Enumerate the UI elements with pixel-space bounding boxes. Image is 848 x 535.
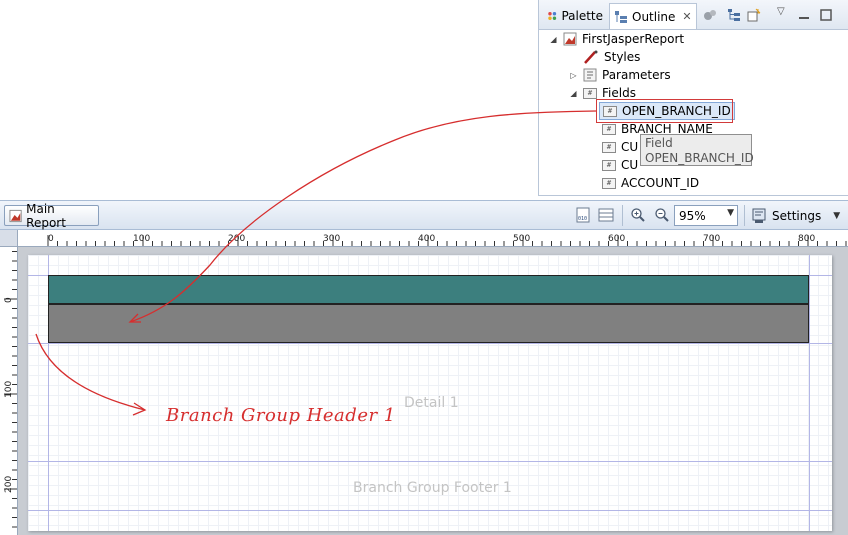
band-divider [28, 510, 832, 511]
svg-text:010: 010 [578, 216, 587, 222]
parameters-icon [583, 68, 597, 82]
tree-field-cu-2[interactable]: # CU [602, 156, 638, 174]
tree-field-account-id[interactable]: # ACCOUNT_ID [602, 174, 699, 192]
data-preview-icon[interactable]: 010 [575, 207, 591, 223]
palette-icon [548, 12, 557, 20]
grid-icon[interactable] [598, 207, 614, 223]
minimize-icon[interactable] [797, 8, 811, 22]
band-label-detail: Detail 1 [404, 395, 459, 411]
report-canvas[interactable]: Detail 1 Branch Group Footer 1 [18, 247, 848, 535]
v-ruler-label: 200 [4, 476, 14, 493]
annotation-label: Branch Group Header 1 [166, 405, 396, 426]
report-icon [9, 209, 22, 222]
h-ruler-label: 400 [418, 234, 435, 244]
view-menu-icon[interactable]: ▽ [777, 6, 791, 20]
filter-icon[interactable] [703, 8, 717, 22]
field-tooltip: Field OPEN_BRANCH_ID [640, 134, 754, 166]
tooltip-title: Field [645, 136, 673, 150]
tree-view-icon[interactable] [727, 8, 741, 22]
h-ruler-label: 0 [48, 234, 54, 244]
h-ruler-label: 100 [133, 234, 150, 244]
zoom-value: 95% [679, 208, 706, 223]
chevron-down-icon[interactable]: ▼ [833, 211, 840, 221]
view-tab-bar: Palette Outline ✕ ▽ [539, 0, 848, 30]
expand-icon[interactable]: ▷ [569, 71, 578, 80]
new-element-icon[interactable] [747, 8, 761, 22]
text-field-element[interactable] [48, 275, 809, 304]
field-label: CU [621, 158, 639, 172]
tree-item-styles[interactable]: Styles [569, 48, 640, 66]
tree-item-report[interactable]: ◢ FirstJasperReport [549, 30, 684, 48]
field-label: ACCOUNT_ID [621, 176, 700, 190]
tree-item-report-label: FirstJasperReport [582, 32, 685, 46]
field-icon: # [602, 177, 616, 189]
report-page[interactable]: Detail 1 Branch Group Footer 1 [28, 255, 832, 531]
tree-item-styles-label: Styles [604, 50, 641, 64]
collapse-icon[interactable]: ◢ [549, 35, 558, 44]
zoom-in-icon[interactable] [630, 207, 646, 223]
collapse-icon[interactable]: ◢ [569, 89, 578, 98]
outline-icon [615, 10, 627, 23]
v-ruler-label: 100 [4, 381, 14, 398]
tree-item-parameters[interactable]: ▷ Parameters [569, 66, 671, 84]
ruler-corner [0, 230, 18, 247]
styles-icon [584, 50, 598, 64]
chevron-down-icon[interactable]: ▼ [727, 208, 734, 218]
report-icon [563, 32, 577, 46]
outline-view: Palette Outline ✕ ▽ ◢ FirstJasperReport … [538, 0, 848, 196]
v-ruler-label: 0 [4, 297, 14, 303]
zoom-select[interactable]: 95% ▼ [674, 205, 738, 226]
field-icon: # [602, 141, 616, 153]
h-ruler-label: 300 [323, 234, 340, 244]
field-icon: # [602, 159, 616, 171]
tab-palette[interactable]: Palette [543, 3, 607, 29]
tree-item-parameters-label: Parameters [602, 68, 671, 82]
tab-outline-label: Outline [632, 9, 676, 24]
tree-item-fields-label: Fields [602, 86, 636, 100]
h-ruler-label: 600 [608, 234, 625, 244]
tab-palette-label: Palette [561, 9, 603, 23]
h-ruler-label: 800 [798, 234, 815, 244]
group-header-element[interactable] [48, 304, 809, 343]
vertical-ruler: 0 100 200 [0, 247, 18, 535]
tooltip-value: OPEN_BRANCH_ID [645, 151, 754, 165]
highlight-box [596, 99, 733, 123]
main-report-label: Main Report [26, 201, 66, 230]
settings-button[interactable]: Settings ▼ [752, 205, 840, 226]
zoom-out-icon[interactable] [654, 207, 670, 223]
maximize-icon[interactable] [819, 8, 833, 22]
tree-field-cu-1[interactable]: # CU [602, 138, 638, 156]
h-ruler-label: 500 [513, 234, 530, 244]
right-margin-guide [809, 255, 810, 531]
settings-label: Settings [772, 208, 822, 223]
close-icon[interactable]: ✕ [682, 10, 691, 23]
h-ruler-label: 200 [228, 234, 245, 244]
report-editor: Main Report 010 95% ▼ Settings ▼ 0 100 200… [0, 200, 848, 535]
tab-outline[interactable]: Outline ✕ [609, 3, 697, 29]
fields-icon: # [583, 87, 597, 99]
horizontal-ruler: 0 100 200 300 400 500 600 700 800 [18, 230, 848, 247]
band-divider [28, 461, 832, 462]
field-icon: # [602, 123, 616, 135]
main-report-button[interactable]: Main Report [4, 202, 99, 230]
band-label-group-footer: Branch Group Footer 1 [353, 480, 512, 496]
field-label: CU [621, 140, 639, 154]
settings-icon [752, 208, 766, 223]
band-divider [28, 343, 832, 344]
editor-toolbar: Main Report 010 95% ▼ Settings ▼ [0, 201, 848, 230]
h-ruler-label: 700 [703, 234, 720, 244]
